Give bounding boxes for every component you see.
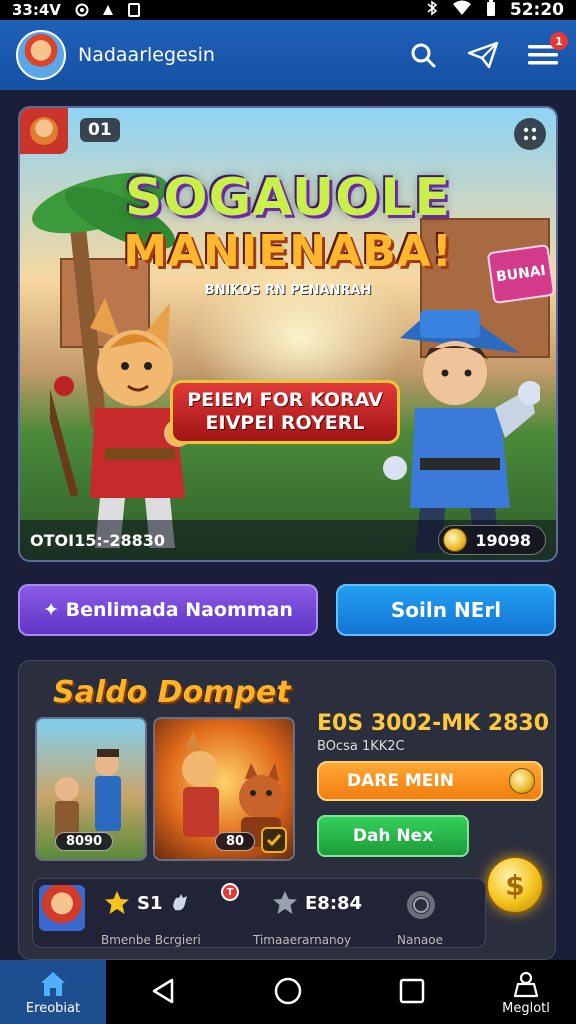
game-title-line1: SOGAUOLE [124,168,452,228]
stat-1[interactable]: S1 [103,889,191,917]
character-tag[interactable] [20,108,68,154]
dots-icon [523,127,537,141]
stat-3[interactable] [405,889,437,921]
home-system-button[interactable] [273,976,303,1006]
cta-line1: PEIEM FOR KORAV [187,389,383,412]
circle-home-icon [274,977,302,1005]
tab-profile[interactable]: Meglotl [486,960,566,1024]
home-icon [41,971,65,996]
record-icon [407,891,435,919]
app-header: Nadaarlegesin 1 [0,20,576,90]
notification-badge: 1 [550,32,568,50]
join-button[interactable]: Soiln NErl [336,584,556,636]
menu-button[interactable]: 1 [526,32,568,72]
home-tab-label: Ereobiat [25,1000,81,1016]
notification-status-icon [127,3,141,17]
coin-count: 19098 [475,530,531,550]
app-title: Nadaarlegesin [78,44,215,66]
deposit-button[interactable]: DARE MEIN [317,761,543,801]
profile-bag-icon [513,971,539,997]
back-triangle-icon [152,978,174,1004]
app-status-icon [101,3,115,17]
wallet-balance-sub: BOcsa 1KK2C [317,739,405,754]
stat-1-label: Bmenbe Bcrgieri [101,933,201,947]
checkmark-icon[interactable] [261,827,287,853]
star-icon [105,891,129,914]
game-subtitle: BNIKOS RN PENANRAH [204,283,372,298]
tab-home[interactable]: Ereobiat [0,960,106,1024]
deposit-button-label: DARE MEIN [347,771,454,791]
floating-coin-button[interactable]: $ [486,856,544,914]
user-avatar[interactable] [16,30,66,80]
search-icon [411,43,436,68]
withdraw-button[interactable]: Dah Nex [317,815,469,857]
stats-strip: S1 T Bmenbe Bcrgieri E8:84 Timaaerarnano… [32,878,486,948]
thumbnail-1-label: 8090 [55,832,114,851]
search-button[interactable] [406,38,440,72]
bonus-button[interactable]: ✦ Benlimada Naomman [18,584,318,636]
paper-plane-icon [467,41,499,69]
status-time-right: 52:20 [509,0,564,20]
character-face-icon [30,117,58,145]
back-button[interactable] [148,976,178,1006]
square-recents-icon [399,978,425,1004]
recents-button[interactable] [397,976,427,1006]
event-cta-button[interactable]: PEIEM FOR KORAV EIVPEI ROYERL [170,380,400,444]
bottom-navigation: Ereobiat Meglotl [0,960,576,1024]
coin-icon [509,768,535,794]
stat-3-label: Nanaoe [397,933,444,947]
silver-star-icon [273,891,297,914]
coin-balance-pill[interactable]: 19098 [438,525,546,555]
game-thumbnail-2[interactable]: 80 [153,717,295,861]
battery-icon [486,0,496,21]
settings-status-icon [75,3,89,17]
more-options-button[interactable] [514,118,546,150]
status-bar: 33:4V 52:20 [0,0,576,20]
stat-2-value: E8:84 [305,892,363,914]
round-label: 01 [80,118,120,142]
hero-banner[interactable]: BUNAI 01 SOGAUOLE MANIENABA! BNIKOS RN P… [18,106,558,562]
wallet-title: Saldo Dompet [53,675,291,710]
stat-1-value: S1 [137,892,163,914]
wallet-balance: E0S 3002-MK 2830 [317,711,550,736]
stat-2-label: Timaaerarnanoy [253,933,352,947]
game-thumbnail-1[interactable]: 8090 [35,717,147,861]
wifi-icon [452,0,472,20]
status-time-left: 33:4V [12,1,61,19]
profile-tab-label: Meglotl [502,1000,550,1016]
game-title-line2: MANIENABA! [123,226,453,277]
bluetooth-icon [426,0,438,20]
send-button[interactable] [466,38,500,72]
player-avatar[interactable] [39,885,85,931]
banner-footer: OTOI15:-28830 19098 [20,520,556,560]
event-code: OTOI15:-28830 [30,530,166,550]
hand-icon [172,894,187,911]
blue-knight-character [383,310,540,553]
thumbnail-2-label: 80 [215,832,256,851]
stat-notification-badge: T [221,883,239,901]
stat-2[interactable]: E8:84 [271,889,362,917]
cta-line2: EIVPEI ROYERL [205,412,365,434]
coin-icon [443,528,468,552]
